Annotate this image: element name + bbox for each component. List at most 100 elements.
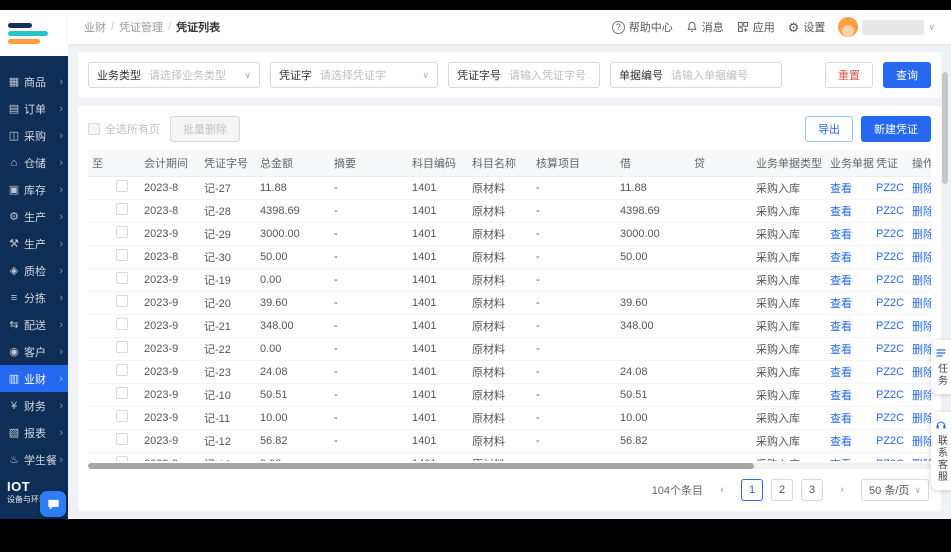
view-doc-link[interactable]: 查看 bbox=[830, 298, 852, 310]
view-doc-link[interactable]: 查看 bbox=[830, 367, 852, 379]
sidebar-item-biz-finance[interactable]: ▥ 业财 › bbox=[0, 365, 68, 392]
page-size-select[interactable]: 50 条/页 ∨ bbox=[861, 479, 929, 501]
user-menu[interactable]: ∨ bbox=[838, 17, 935, 37]
voucher-link[interactable]: PZ2C bbox=[876, 389, 904, 401]
row-checkbox[interactable] bbox=[116, 203, 128, 215]
breadcrumb-level-1[interactable]: 业财 bbox=[84, 19, 106, 35]
sidebar-item-customer[interactable]: ◉ 客户 › bbox=[0, 338, 68, 365]
sidebar-item-student-meal[interactable]: ♨ 学生餐 › bbox=[0, 446, 68, 473]
voucher-link[interactable]: PZ2C bbox=[876, 366, 904, 378]
delete-link[interactable]: 删除 bbox=[912, 390, 931, 402]
delete-link[interactable]: 删除 bbox=[912, 413, 931, 425]
sidebar-item-inventory[interactable]: ▣ 库存 › bbox=[0, 176, 68, 203]
vertical-scrollbar-thumb[interactable] bbox=[942, 72, 948, 184]
voucher-link[interactable]: PZ2C bbox=[876, 205, 904, 217]
sidebar-item-warehouse[interactable]: ⌂ 仓储 › bbox=[0, 149, 68, 176]
sidebar-item-reports[interactable]: ▧ 报表 › bbox=[0, 419, 68, 446]
tasks-float-button[interactable]: 任务 bbox=[931, 340, 951, 394]
horizontal-scrollbar-thumb[interactable] bbox=[88, 463, 754, 469]
voucher-link[interactable]: PZ2C bbox=[876, 297, 904, 309]
voucher-link[interactable]: PZ2C bbox=[876, 182, 904, 194]
delete-link[interactable]: 删除 bbox=[912, 298, 931, 310]
delete-link[interactable]: 删除 bbox=[912, 183, 931, 195]
delete-link[interactable]: 删除 bbox=[912, 344, 931, 356]
select-all-pages[interactable]: 全选所有页 bbox=[88, 121, 160, 137]
view-doc-link[interactable]: 查看 bbox=[830, 183, 852, 195]
view-doc-link[interactable]: 查看 bbox=[830, 229, 852, 241]
view-doc-link[interactable]: 查看 bbox=[830, 321, 852, 333]
delete-link[interactable]: 删除 bbox=[912, 436, 931, 448]
reset-button[interactable]: 重置 bbox=[825, 62, 873, 88]
cell-period: 2023-9 bbox=[140, 222, 200, 246]
delete-link[interactable]: 删除 bbox=[912, 367, 931, 379]
breadcrumb-level-2[interactable]: 凭证管理 bbox=[119, 19, 163, 35]
row-checkbox[interactable] bbox=[116, 180, 128, 192]
prev-page-button[interactable]: ‹ bbox=[711, 479, 733, 501]
view-doc-link[interactable]: 查看 bbox=[830, 459, 852, 462]
new-voucher-button[interactable]: 新建凭证 bbox=[861, 116, 931, 142]
sidebar-item-quality[interactable]: ◈ 质检 › bbox=[0, 257, 68, 284]
help-center-button[interactable]: ? 帮助中心 bbox=[611, 19, 673, 35]
sidebar-item-purchase[interactable]: ◫ 采购 › bbox=[0, 122, 68, 149]
page-button-3[interactable]: 3 bbox=[801, 479, 824, 501]
business-type-select[interactable]: 业务类型 请选择业务类型 ∨ bbox=[88, 62, 260, 88]
view-doc-link[interactable]: 查看 bbox=[830, 344, 852, 356]
voucher-link[interactable]: PZ2C bbox=[876, 320, 904, 332]
view-doc-link[interactable]: 查看 bbox=[830, 413, 852, 425]
cell-to bbox=[88, 268, 112, 292]
sidebar-item-finance[interactable]: ¥ 财务 › bbox=[0, 392, 68, 419]
row-checkbox[interactable] bbox=[116, 272, 128, 284]
delete-link[interactable]: 删除 bbox=[912, 459, 931, 462]
sidebar-item-sorting[interactable]: ≡ 分拣 › bbox=[0, 284, 68, 311]
voucher-link[interactable]: PZ2C bbox=[876, 228, 904, 240]
select-all-checkbox[interactable] bbox=[88, 123, 100, 135]
next-page-button[interactable]: › bbox=[831, 479, 853, 501]
delete-link[interactable]: 删除 bbox=[912, 252, 931, 264]
apps-button[interactable]: 应用 bbox=[737, 19, 775, 35]
view-doc-link[interactable]: 查看 bbox=[830, 390, 852, 402]
row-checkbox[interactable] bbox=[116, 433, 128, 445]
page-button-2[interactable]: 2 bbox=[771, 479, 794, 501]
voucher-link[interactable]: PZ2C bbox=[876, 458, 904, 462]
voucher-word-select[interactable]: 凭证字 请选择凭证字 ∨ bbox=[270, 62, 438, 88]
cell-summary: - bbox=[330, 406, 408, 430]
voucher-link[interactable]: PZ2C bbox=[876, 274, 904, 286]
view-doc-link[interactable]: 查看 bbox=[830, 436, 852, 448]
sidebar-item-production[interactable]: ⚙ 生产 › bbox=[0, 203, 68, 230]
batch-delete-button[interactable]: 批量删除 bbox=[170, 116, 240, 142]
voucher-link[interactable]: PZ2C bbox=[876, 251, 904, 263]
view-doc-link[interactable]: 查看 bbox=[830, 252, 852, 264]
view-doc-link[interactable]: 查看 bbox=[830, 206, 852, 218]
row-checkbox[interactable] bbox=[116, 341, 128, 353]
row-checkbox[interactable] bbox=[116, 410, 128, 422]
row-checkbox[interactable] bbox=[116, 387, 128, 399]
delete-link[interactable]: 删除 bbox=[912, 321, 931, 333]
row-checkbox[interactable] bbox=[116, 249, 128, 261]
delete-link[interactable]: 删除 bbox=[912, 206, 931, 218]
export-button[interactable]: 导出 bbox=[805, 116, 853, 142]
row-checkbox[interactable] bbox=[116, 318, 128, 330]
row-checkbox[interactable] bbox=[116, 295, 128, 307]
row-checkbox[interactable] bbox=[116, 226, 128, 238]
delete-link[interactable]: 删除 bbox=[912, 229, 931, 241]
delete-link[interactable]: 删除 bbox=[912, 275, 931, 287]
row-checkbox[interactable] bbox=[116, 456, 128, 461]
chat-widget-button[interactable] bbox=[40, 491, 66, 517]
voucher-link[interactable]: PZ2C bbox=[876, 343, 904, 355]
voucher-link[interactable]: PZ2C bbox=[876, 412, 904, 424]
settings-button[interactable]: ⚙ 设置 bbox=[788, 19, 826, 35]
voucher-link[interactable]: PZ2C bbox=[876, 435, 904, 447]
cell-actions: 删除 bbox=[908, 406, 931, 430]
query-button[interactable]: 查询 bbox=[883, 62, 931, 88]
messages-button[interactable]: 消息 bbox=[686, 19, 724, 35]
sidebar-item-production-2[interactable]: ⚒ 生产 › bbox=[0, 230, 68, 257]
sidebar-item-orders[interactable]: ▤ 订单 › bbox=[0, 95, 68, 122]
sidebar-item-goods[interactable]: ▦ 商品 › bbox=[0, 68, 68, 95]
page-button-1[interactable]: 1 bbox=[741, 479, 764, 501]
doc-no-input[interactable]: 单据编号 请输入单据编号 bbox=[610, 62, 782, 88]
view-doc-link[interactable]: 查看 bbox=[830, 275, 852, 287]
support-float-button[interactable]: 联系客服 bbox=[931, 412, 951, 490]
voucher-no-input[interactable]: 凭证字号 请输入凭证字号 bbox=[448, 62, 600, 88]
sidebar-item-delivery[interactable]: ⇆ 配送 › bbox=[0, 311, 68, 338]
row-checkbox[interactable] bbox=[116, 364, 128, 376]
